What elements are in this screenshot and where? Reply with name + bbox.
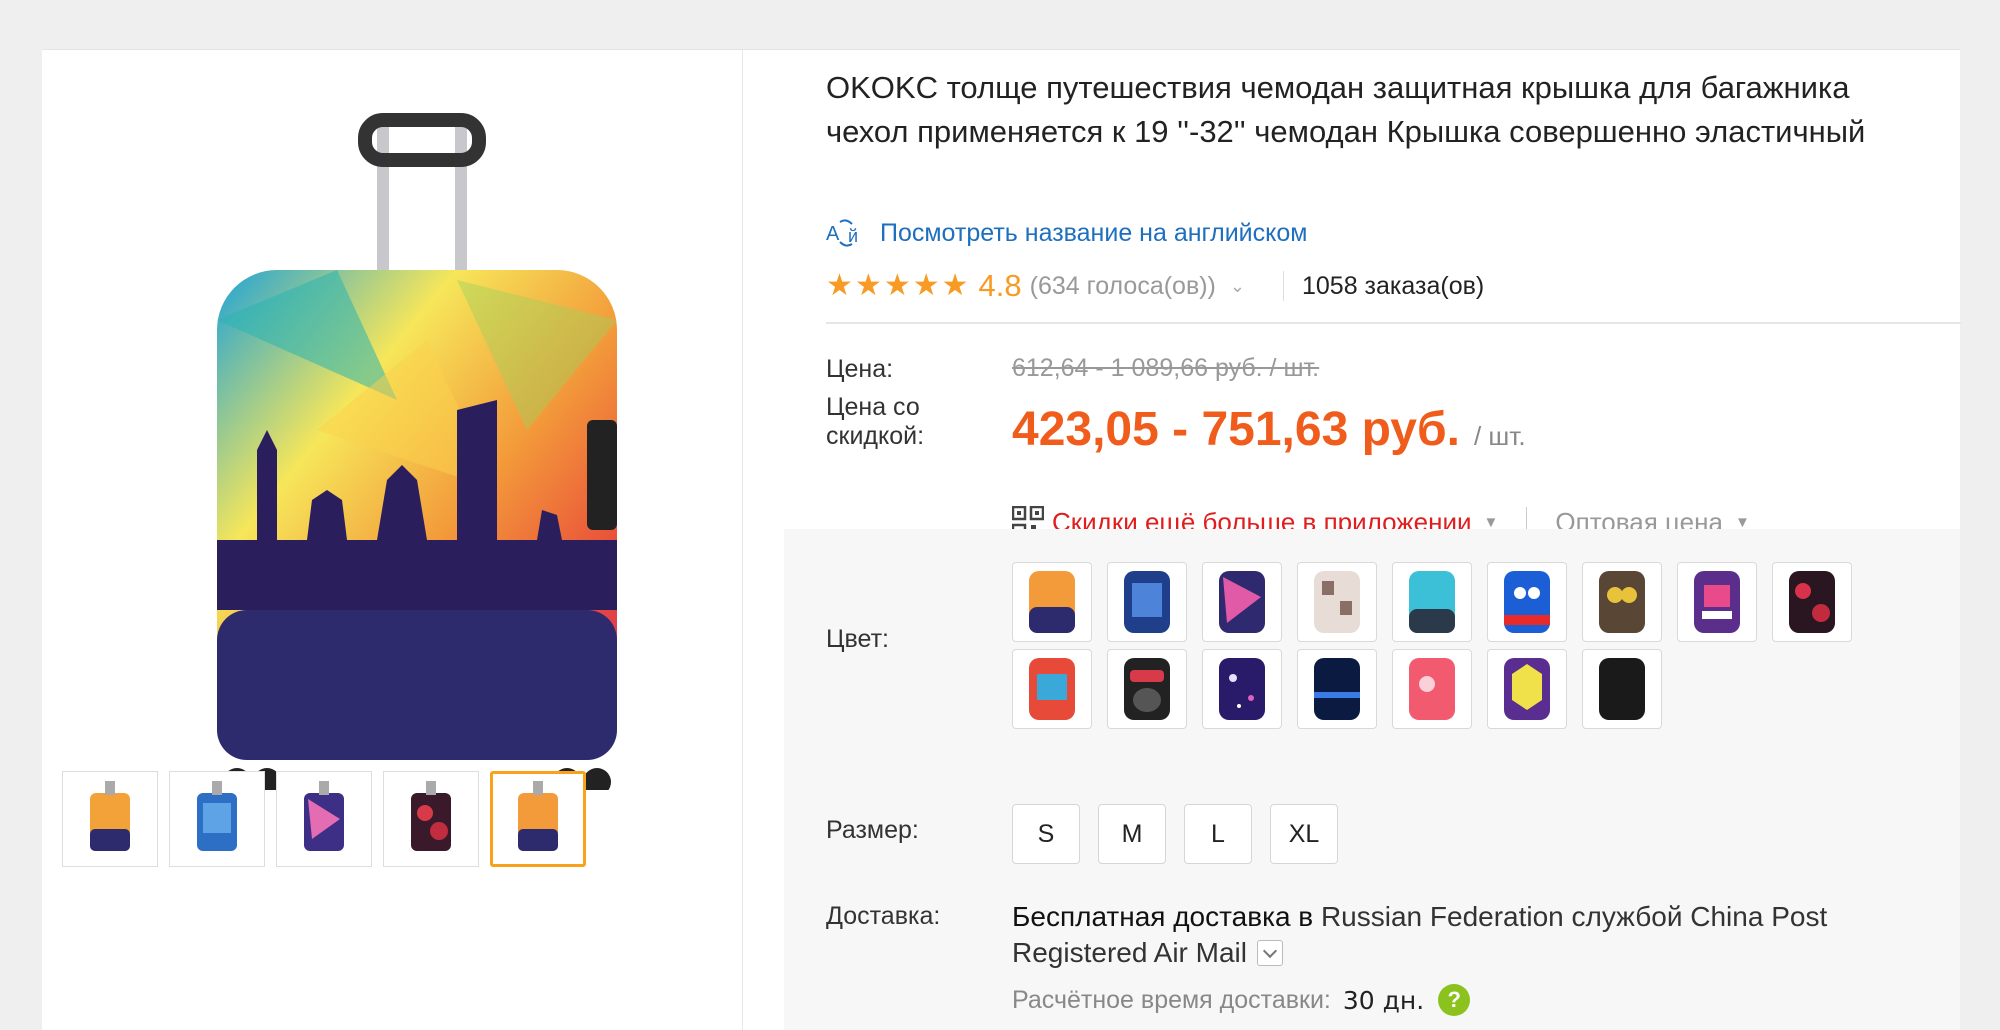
- translate-row: A й Посмотреть название на английском: [826, 218, 1307, 248]
- translate-title-link[interactable]: Посмотреть название на английском: [880, 219, 1307, 248]
- divider: [1282, 271, 1284, 301]
- color-swatch-7[interactable]: [1582, 562, 1662, 642]
- help-icon[interactable]: ?: [1438, 984, 1471, 1016]
- size-label: Размер:: [826, 816, 919, 844]
- chevron-down-icon[interactable]: ⌄: [1230, 276, 1245, 297]
- delivery-eta: Расчётное время доставки: 30 дн. ?: [1012, 984, 1471, 1016]
- color-swatch-16[interactable]: [1582, 649, 1662, 729]
- color-label: Цвет:: [826, 625, 889, 653]
- star-icon: ★: [854, 269, 882, 302]
- color-swatch-11[interactable]: [1107, 649, 1187, 729]
- color-swatch-3[interactable]: [1202, 562, 1282, 642]
- thumbnail-4[interactable]: [383, 771, 479, 867]
- thumbnail-1[interactable]: [62, 771, 158, 867]
- discount-price-value: 423,05 - 751,63 руб.: [1012, 403, 1460, 456]
- size-option-l[interactable]: L: [1184, 804, 1252, 864]
- star-icon: ★: [883, 269, 911, 302]
- discount-price-label: Цена со скидкой:: [826, 393, 925, 450]
- svg-text:A: A: [826, 223, 840, 245]
- color-swatch-5[interactable]: [1392, 562, 1472, 642]
- product-info: OKOKC толще путешествия чемодан защитная…: [784, 50, 1961, 1030]
- color-swatch-12[interactable]: [1202, 649, 1282, 729]
- star-icon: ★: [826, 269, 853, 302]
- color-swatch-13[interactable]: [1297, 649, 1377, 729]
- rating-stars: ★ ★ ★ ★ ★: [826, 271, 969, 301]
- thumbnail-5[interactable]: [490, 771, 586, 867]
- size-option-xl[interactable]: XL: [1270, 804, 1338, 864]
- size-option-s[interactable]: S: [1012, 804, 1080, 864]
- color-swatch-10[interactable]: [1012, 649, 1092, 729]
- color-swatch-1[interactable]: [1012, 562, 1092, 642]
- divider: [826, 322, 1961, 324]
- size-options: S M L XL: [1012, 804, 1338, 864]
- color-swatch-15[interactable]: [1487, 649, 1567, 729]
- thumbnail-strip: [62, 771, 586, 867]
- caret-down-icon[interactable]: ▼: [1484, 514, 1499, 531]
- color-swatch-6[interactable]: [1487, 562, 1567, 642]
- star-icon: ★: [941, 269, 969, 302]
- eta-value: 30 дн.: [1342, 985, 1425, 1015]
- color-swatch-2[interactable]: [1107, 562, 1187, 642]
- star-icon: ★: [912, 269, 940, 302]
- thumbnail-3[interactable]: [276, 771, 372, 867]
- delivery-label: Доставка:: [826, 902, 941, 930]
- rating-value: 4.8: [978, 268, 1022, 303]
- discount-price: 423,05 - 751,63 руб. / шт.: [1012, 402, 1526, 457]
- delivery-info: Бесплатная доставка в Russian Federation…: [1012, 899, 1882, 971]
- main-product-image[interactable]: [197, 70, 647, 796]
- price-label: Цена:: [826, 355, 894, 383]
- translate-icon: A й: [826, 219, 858, 247]
- price-unit: / шт.: [1473, 421, 1526, 451]
- color-swatches: [1012, 562, 1932, 729]
- color-swatch-9[interactable]: [1772, 562, 1852, 642]
- caret-down-icon[interactable]: ▼: [1735, 514, 1750, 531]
- options-panel: Цвет: Размер: S M L XL Доставка: Бесплат…: [784, 529, 1960, 1030]
- color-swatch-8[interactable]: [1677, 562, 1757, 642]
- thumbnail-2[interactable]: [169, 771, 265, 867]
- size-option-m[interactable]: M: [1098, 804, 1166, 864]
- product-card: OKOKC толще путешествия чемодан защитная…: [42, 49, 1961, 1030]
- rating-row: ★ ★ ★ ★ ★ 4.8 (634 голоса(ов)) ⌄ 1058 за…: [826, 266, 1484, 306]
- votes-count[interactable]: (634 голоса(ов)): [1030, 272, 1216, 301]
- svg-text:й: й: [848, 226, 858, 246]
- image-gallery: [42, 50, 743, 1030]
- orders-count: 1058 заказа(ов): [1301, 271, 1485, 300]
- color-swatch-14[interactable]: [1392, 649, 1472, 729]
- eta-label: Расчётное время доставки:: [1012, 985, 1331, 1014]
- delivery-dropdown-icon[interactable]: [1256, 939, 1283, 966]
- original-price: 612,64 - 1 089,66 руб. / шт.: [1012, 354, 1320, 382]
- free-delivery-text: Бесплатная доставка в: [1012, 901, 1314, 932]
- color-swatch-4[interactable]: [1297, 562, 1377, 642]
- product-title: OKOKC толще путешествия чемодан защитная…: [826, 70, 1866, 149]
